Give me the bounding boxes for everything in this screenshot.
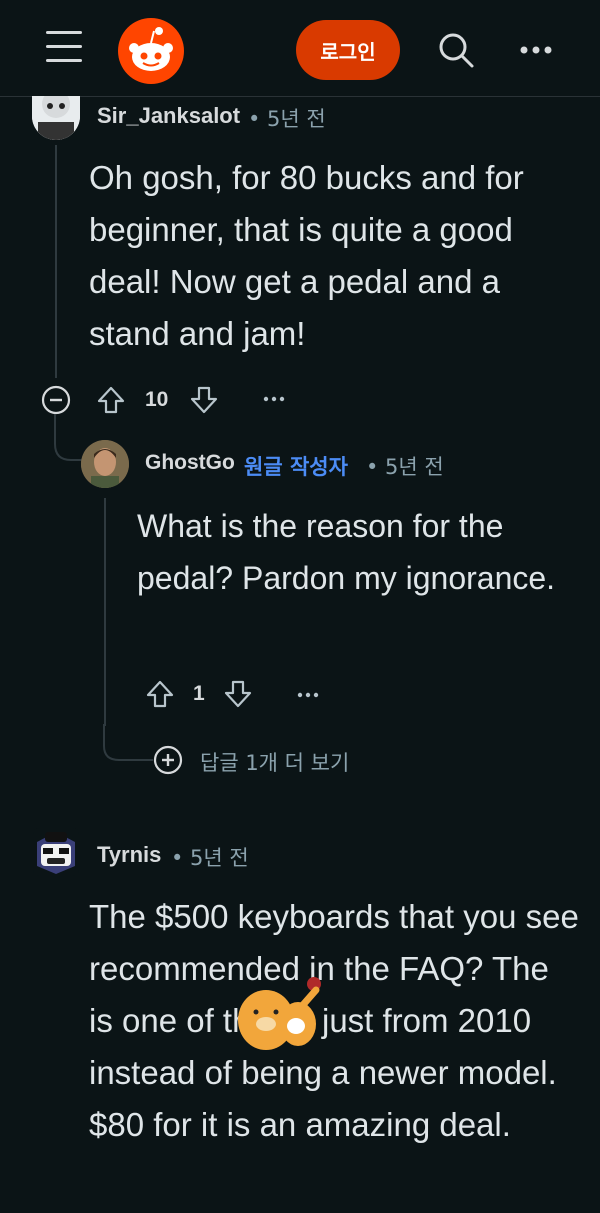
vote-count: 10 [145,388,169,411]
comment-timestamp: • 5년 전 [171,846,249,870]
upvote-icon[interactable] [95,384,127,416]
more-options-icon[interactable] [262,394,286,404]
op-badge: 원글 작성자 [244,455,348,479]
downvote-icon[interactable] [188,384,220,416]
login-button[interactable]: 로그인 [296,20,400,80]
search-icon[interactable] [436,30,476,70]
comment-timestamp: • 5년 전 [248,107,326,131]
comment-body: Oh gosh, for 80 bucks and for beginner, … [89,159,524,352]
comment-author[interactable]: GhostGo [145,451,235,475]
avatar[interactable] [32,96,80,140]
more-replies-link[interactable]: 답글 1개 더 보기 [200,747,349,777]
comment-author[interactable]: Tyrnis [97,842,161,868]
reddit-logo[interactable] [118,18,184,84]
comment-author[interactable]: Sir_Janksalot [97,103,240,129]
more-options-icon[interactable] [296,690,320,700]
collapse-thread-button[interactable] [40,384,72,416]
hamburger-icon[interactable] [46,31,82,63]
thread-line[interactable] [55,145,57,378]
avatar[interactable] [33,828,79,876]
upvote-icon[interactable] [144,678,176,710]
top-app-bar: 로그인 [0,0,600,97]
vote-count: 1 [193,682,205,705]
more-icon[interactable] [516,40,556,60]
avatar[interactable] [81,440,129,488]
thread-line[interactable] [104,498,106,726]
expand-replies-icon[interactable] [152,744,184,776]
comment-body: The $500 keyboards that you see recommen… [89,898,579,1143]
downvote-icon[interactable] [222,678,254,710]
thread-connector [103,724,153,764]
comment-body: What is the reason for the pedal? Pardon… [137,508,556,596]
comment-timestamp: • 5년 전 [366,455,444,479]
sticker-image [236,976,328,1056]
